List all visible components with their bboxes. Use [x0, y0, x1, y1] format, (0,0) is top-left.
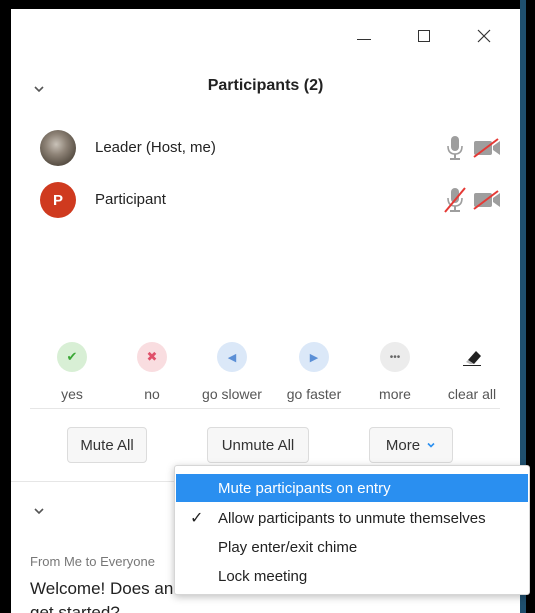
avatar: P — [40, 182, 76, 218]
eraser-icon — [457, 342, 487, 372]
chat-sender: From Me to Everyone — [30, 554, 155, 569]
participant-row[interactable]: Leader (Host, me) — [40, 127, 510, 169]
participant-row[interactable]: P Participant — [40, 179, 510, 221]
minimize-icon — [357, 38, 371, 40]
x-icon: ✖ — [137, 342, 167, 372]
microphone-icon[interactable] — [444, 135, 466, 161]
menu-item-label: Allow participants to unmute themselves — [218, 509, 486, 527]
more-icon: ••• — [380, 342, 410, 372]
participant-name: Participant — [95, 191, 166, 208]
menu-item-allow-unmute[interactable]: ✓ Allow participants to unmute themselve… — [176, 504, 528, 532]
divider — [30, 408, 500, 409]
reactions-bar: ✔ yes ✖ no ◀ go slower ▶ go faster ••• m… — [30, 342, 500, 402]
reaction-yes[interactable]: ✔ yes — [30, 342, 114, 402]
maximize-button[interactable] — [404, 21, 444, 51]
video-off-icon[interactable] — [472, 137, 502, 159]
panel-title: Participants (2) — [207, 77, 324, 94]
reaction-go-slower[interactable]: ◀ go slower — [190, 342, 274, 402]
avatar — [40, 130, 76, 166]
fast-forward-icon: ▶ — [299, 342, 329, 372]
reaction-go-faster[interactable]: ▶ go faster — [272, 342, 356, 402]
menu-item-enter-exit-chime[interactable]: Play enter/exit chime — [176, 533, 528, 561]
close-button[interactable] — [464, 21, 504, 51]
participant-name: Leader (Host, me) — [95, 139, 216, 156]
rewind-icon: ◀ — [217, 342, 247, 372]
microphone-muted-icon[interactable] — [444, 187, 466, 213]
reaction-label: more — [379, 386, 411, 402]
minimize-button[interactable] — [344, 21, 384, 51]
menu-item-mute-on-entry[interactable]: Mute participants on entry — [176, 474, 528, 502]
reaction-no[interactable]: ✖ no — [110, 342, 194, 402]
menu-item-label: Play enter/exit chime — [218, 538, 358, 556]
menu-item-label: Mute participants on entry — [218, 479, 391, 497]
check-icon: ✔ — [57, 342, 87, 372]
reaction-label: go faster — [286, 386, 342, 402]
video-off-icon[interactable] — [472, 189, 502, 211]
reaction-label: clear all — [447, 386, 497, 402]
unmute-all-button[interactable]: Unmute All — [207, 427, 309, 463]
reaction-label: yes — [61, 386, 83, 402]
chevron-down-icon — [427, 442, 435, 448]
menu-item-label: Lock meeting — [218, 567, 308, 585]
more-button[interactable]: More — [369, 427, 453, 463]
check-icon: ✓ — [190, 510, 204, 527]
collapse-chat-chevron-icon[interactable] — [31, 503, 47, 519]
reaction-label: go slower — [202, 386, 262, 402]
mute-all-button[interactable]: Mute All — [67, 427, 147, 463]
more-options-menu: Mute participants on entry ✓ Allow parti… — [174, 465, 530, 595]
maximize-icon — [418, 30, 430, 42]
more-button-label: More — [385, 436, 421, 454]
reaction-label: no — [144, 386, 160, 402]
reaction-clear-all[interactable]: clear all — [430, 342, 514, 402]
close-icon — [477, 29, 491, 43]
reaction-more[interactable]: ••• more — [353, 342, 437, 402]
menu-item-lock-meeting[interactable]: Lock meeting — [176, 562, 528, 590]
